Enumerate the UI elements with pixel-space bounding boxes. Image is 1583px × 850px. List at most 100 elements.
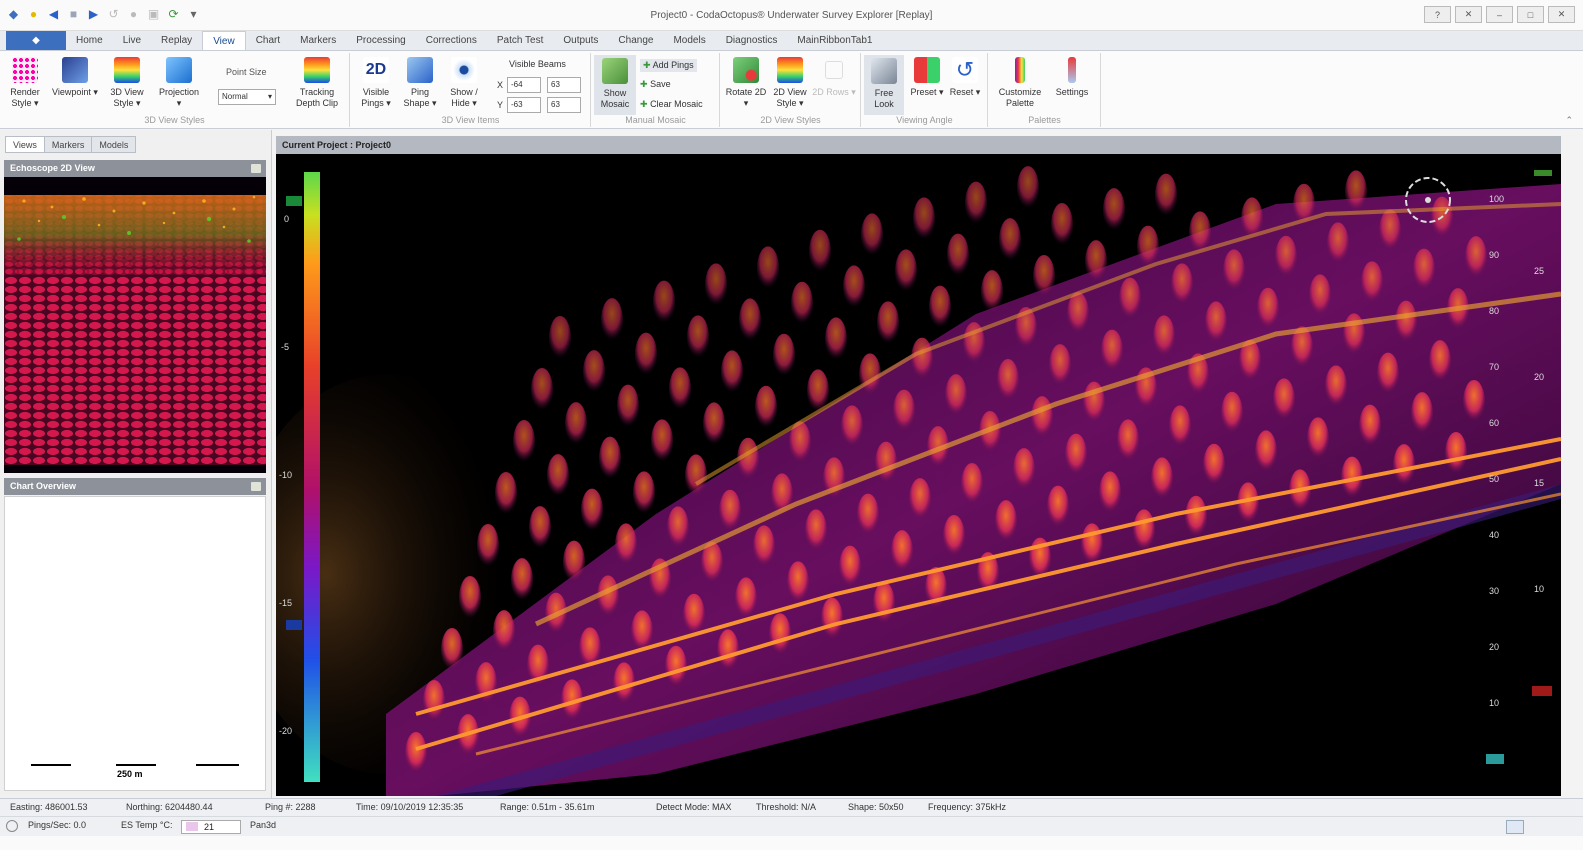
tab-main-ribbon-tab1[interactable]: MainRibbonTab1 (787, 31, 882, 50)
visible-pings-button[interactable]: 2D Visible Pings ▾ (353, 57, 399, 109)
close-button[interactable]: ✕ (1548, 6, 1575, 23)
tab-markers[interactable]: Markers (290, 31, 346, 50)
save-button[interactable]: ✚ Save (640, 79, 671, 90)
y-min-spinner[interactable]: -63 (507, 97, 541, 113)
tab-chart[interactable]: Chart (246, 31, 290, 50)
tab-models[interactable]: Models (663, 31, 715, 50)
render-style-button[interactable]: Render Style ▾ (2, 57, 48, 109)
2d-rows-button[interactable]: 2D Rows ▾ (811, 57, 857, 98)
settings-button[interactable]: Settings (1049, 57, 1095, 98)
rotate-2d-button[interactable]: Rotate 2D ▾ (723, 57, 769, 109)
connection-icon[interactable] (1506, 820, 1524, 834)
pile-echo (757, 246, 779, 291)
point-size-select[interactable]: Normal ▾ (218, 89, 276, 105)
pin-icon[interactable] (251, 164, 261, 173)
ping-shape-label: Ping Shape (403, 87, 430, 108)
range-marker-green[interactable] (1534, 170, 1552, 176)
pile-echo (1377, 352, 1399, 397)
viewpoint-button[interactable]: Viewpoint ▾ (52, 57, 98, 98)
help-button[interactable]: ? (1424, 6, 1451, 23)
pile-echo (1049, 344, 1071, 389)
depth-marker-top[interactable] (286, 196, 302, 206)
pile-echo (965, 181, 987, 226)
chart-overview[interactable]: 250 m (4, 496, 266, 791)
file-menu-button[interactable]: ◆ (6, 31, 66, 50)
depth-color-scale (304, 172, 320, 782)
clear-mosaic-button[interactable]: ✚ Clear Mosaic (640, 99, 703, 110)
depth-marker-bottom[interactable] (286, 620, 302, 630)
clear-mosaic-icon: ✚ (640, 99, 648, 109)
pan-mode-readout: Pan3d (250, 820, 277, 830)
es-temp-field[interactable]: 21 (181, 820, 241, 834)
collapse-ribbon-icon[interactable]: ⌃ (1565, 115, 1573, 126)
left-panel-tabs: Views Markers Models (5, 136, 137, 153)
range-marker-red[interactable] (1532, 686, 1552, 696)
pile-echo (1327, 222, 1349, 267)
pile-echo (875, 441, 897, 486)
pile-echo (459, 576, 481, 620)
x-max-spinner[interactable]: 63 (547, 77, 581, 93)
minimize-button[interactable]: – (1486, 6, 1513, 23)
pile-echo (651, 419, 673, 464)
pile-echo (999, 218, 1021, 263)
viewport-header: Current Project : Project0 (276, 136, 1561, 154)
pile-echo (1153, 315, 1175, 360)
pile-echo (1067, 292, 1089, 337)
pile-echo (1171, 263, 1193, 308)
tab-views[interactable]: Views (5, 136, 45, 153)
show-hide-button[interactable]: Show / Hide ▾ (441, 57, 487, 109)
pile-echo (635, 332, 657, 377)
visible-pings-label: Visible Pings (361, 87, 390, 108)
tab-replay[interactable]: Replay (151, 31, 202, 50)
pile-echo (617, 384, 639, 429)
group-2d-view-styles: Rotate 2D ▾ 2D View Style ▾ 2D Rows ▾ 2D… (721, 53, 861, 127)
tab-diagnostics[interactable]: Diagnostics (716, 31, 788, 50)
range-marker-teal[interactable] (1486, 754, 1504, 764)
reset-icon: ↺ (952, 57, 978, 83)
pile-echo (475, 662, 497, 707)
tab-left-markers[interactable]: Markers (43, 136, 93, 153)
tab-outputs[interactable]: Outputs (553, 31, 608, 50)
range-tick-outer: 25 (1534, 266, 1544, 276)
pile-echo (1117, 419, 1139, 464)
tab-left-models[interactable]: Models (91, 136, 137, 153)
pin-icon[interactable] (251, 482, 261, 491)
pile-echo (529, 506, 551, 551)
free-look-button[interactable]: Free Look (864, 55, 904, 115)
chart-overview-title: Chart Overview (10, 481, 77, 491)
range-tick: 50 (1489, 474, 1499, 484)
show-mosaic-button[interactable]: Show Mosaic (594, 55, 636, 115)
tab-view[interactable]: View (202, 31, 246, 50)
add-pings-button[interactable]: ✚ Add Pings (640, 59, 697, 72)
x-axis-label: X (497, 80, 504, 90)
northing-readout: Northing: 6204480.44 (126, 802, 213, 812)
tab-patch-test[interactable]: Patch Test (487, 31, 554, 50)
pin-button[interactable]: ✕ (1455, 6, 1482, 23)
ping-shape-button[interactable]: Ping Shape ▾ (397, 57, 443, 109)
app-window: ◆ ● ◀ ■ ▶ ↺ ● ▣ ⟳ ▾ Project0 - CodaOctop… (0, 0, 1583, 850)
x-min-spinner[interactable]: -64 (507, 77, 541, 93)
echoscope-2d-view[interactable] (4, 177, 266, 473)
rotate-2d-icon (733, 57, 759, 83)
tab-processing[interactable]: Processing (346, 31, 415, 50)
3d-view-style-button[interactable]: 3D View Style ▾ (104, 57, 150, 109)
tracking-depth-clip-button[interactable]: Tracking Depth Clip (290, 57, 344, 109)
tab-live[interactable]: Live (113, 31, 151, 50)
ribbon: Render Style ▾ Viewpoint ▾ 3D View Style… (0, 51, 1583, 129)
sonar-3d-scene[interactable]: 0 -5 -10 -15 -20 100 90 80 70 60 50 40 3… (236, 154, 1562, 796)
pile-echo (1185, 495, 1207, 540)
tab-corrections[interactable]: Corrections (416, 31, 487, 50)
range-tick: 20 (1489, 642, 1499, 652)
2d-rows-label: 2D Rows (812, 87, 849, 97)
pile-echo (753, 525, 775, 570)
customize-palette-button[interactable]: Customize Palette (993, 57, 1047, 109)
tab-change[interactable]: Change (608, 31, 663, 50)
projection-button[interactable]: Projection ▾ (156, 57, 202, 109)
reset-button[interactable]: ↺ Reset ▾ (942, 57, 988, 98)
tab-home[interactable]: Home (66, 31, 113, 50)
maximize-button[interactable]: □ (1517, 6, 1544, 23)
preset-icon (914, 57, 940, 83)
y-max-spinner[interactable]: 63 (547, 97, 581, 113)
2d-view-style-button[interactable]: 2D View Style ▾ (767, 57, 813, 109)
3d-viewport[interactable]: Current Project : Project0 0 -5 -10 -15 … (236, 136, 1562, 796)
